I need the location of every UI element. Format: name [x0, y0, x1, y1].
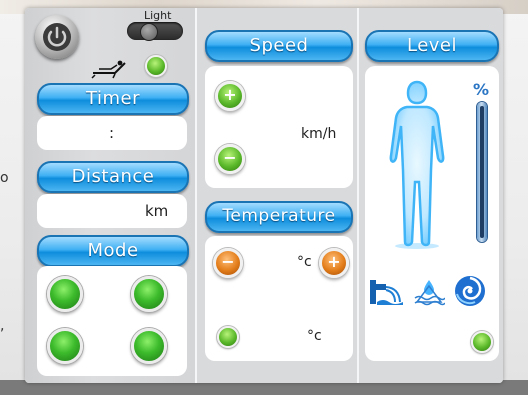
temperature-indicator-button[interactable] — [217, 326, 239, 348]
background-text-fragment: , — [0, 318, 5, 334]
temperature-increase-button[interactable]: + — [319, 248, 349, 278]
temperature-header: Temperature — [205, 201, 353, 233]
light-toggle[interactable] — [127, 22, 183, 41]
speed-decrease-button[interactable]: − — [215, 144, 245, 174]
level-slider[interactable] — [477, 102, 487, 242]
mode-button-2[interactable] — [131, 276, 167, 312]
right-column: Level % — [359, 8, 503, 383]
background-text-fragment: o — [0, 170, 9, 186]
power-button[interactable] — [35, 15, 79, 59]
speed-panel: + km/h − — [205, 66, 353, 188]
timer-value: : — [109, 124, 115, 142]
left-column: Light Timer : Distance km Mode — [25, 8, 195, 383]
mode-button-3[interactable] — [47, 328, 83, 364]
temperature-decrease-button[interactable]: − — [213, 248, 243, 278]
temperature-panel: − °c + °c — [205, 236, 353, 361]
level-panel: % — [365, 66, 499, 361]
level-header: Level — [365, 30, 499, 62]
distance-unit: km — [145, 202, 169, 220]
speed-increase-button[interactable]: + — [215, 81, 245, 111]
light-label: Light — [144, 9, 172, 22]
temperature-unit-2: °c — [307, 328, 322, 344]
temperature-unit-1: °c — [297, 254, 312, 270]
level-confirm-button[interactable] — [471, 331, 493, 353]
power-icon — [43, 23, 71, 51]
mode-button-1[interactable] — [47, 276, 83, 312]
recline-button[interactable] — [145, 55, 167, 77]
timer-header: Timer — [37, 83, 189, 115]
timer-panel: : — [37, 116, 187, 150]
speed-unit: km/h — [301, 126, 337, 142]
distance-panel: km — [37, 194, 187, 228]
mode-button-4[interactable] — [131, 328, 167, 364]
light-toggle-knob — [140, 23, 158, 41]
middle-column: Speed + km/h − Temperature − °c + °c — [197, 8, 357, 383]
distance-header: Distance — [37, 161, 189, 193]
whirlpool-icon[interactable] — [453, 274, 487, 308]
control-panel: Light Timer : Distance km Mode Speed + k… — [25, 8, 503, 383]
level-slider-track — [480, 106, 484, 238]
human-body-icon — [389, 80, 445, 249]
water-level-icon[interactable] — [413, 278, 445, 306]
mode-panel — [37, 266, 187, 376]
reclining-person-icon — [91, 60, 126, 79]
mode-header: Mode — [37, 235, 189, 267]
speed-header: Speed — [205, 30, 353, 62]
level-percent-sign: % — [473, 80, 490, 99]
water-jet-icon[interactable] — [369, 278, 405, 306]
